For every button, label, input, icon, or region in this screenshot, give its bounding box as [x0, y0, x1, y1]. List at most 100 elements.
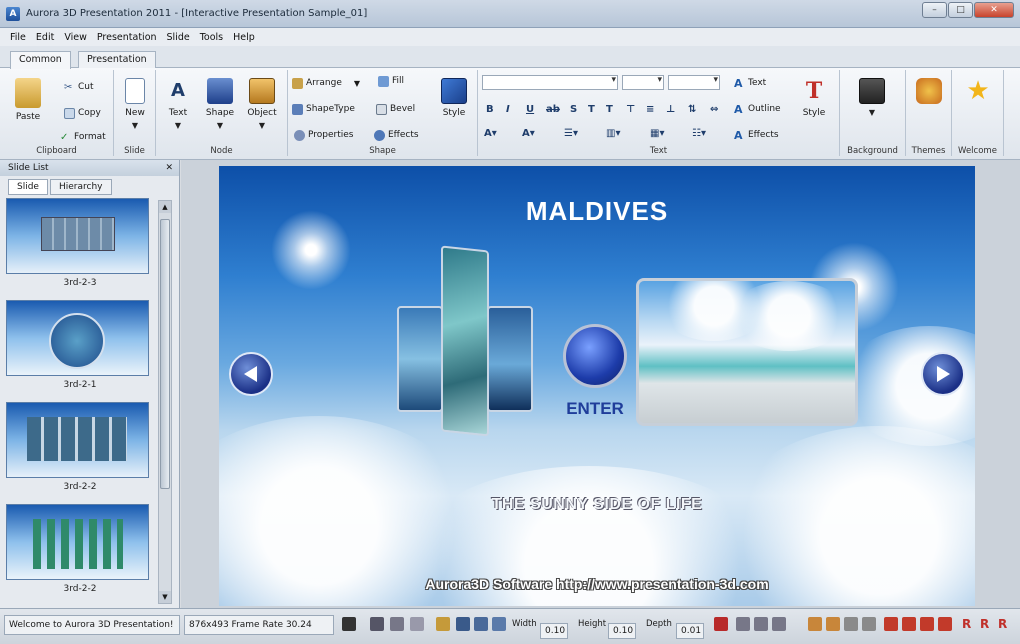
tab-common[interactable]: Common [10, 51, 71, 69]
spacing-button[interactable]: ⇔ [710, 104, 718, 115]
themes-button[interactable] [911, 72, 947, 108]
font-color-button[interactable]: A▾ [484, 128, 497, 139]
object-node-button[interactable]: Object ▼ [244, 72, 280, 130]
align-middle-button[interactable]: ≡ [646, 104, 654, 115]
photo-panel-center[interactable] [441, 245, 489, 437]
settings-icon[interactable] [862, 617, 876, 631]
select-icon[interactable] [436, 617, 450, 631]
play-icon[interactable] [342, 617, 356, 631]
camera-icon[interactable] [390, 617, 404, 631]
paste-button[interactable]: Paste [10, 72, 46, 122]
height-input[interactable]: 0.10 [608, 623, 636, 639]
previous-slide-button[interactable] [229, 352, 273, 396]
highlight-button[interactable]: A▾ [522, 128, 535, 139]
scrollbar-thumb[interactable] [160, 219, 170, 489]
render-3-icon[interactable]: R [998, 617, 1012, 631]
align-right-icon[interactable] [772, 617, 786, 631]
welcome-button[interactable]: ★ [960, 72, 996, 108]
render-1-icon[interactable]: R [962, 617, 976, 631]
tab-slide[interactable]: Slide [8, 179, 48, 195]
layout-2-icon[interactable] [902, 617, 916, 631]
columns-button[interactable]: ▥▾ [606, 128, 620, 139]
close-button[interactable]: ✕ [974, 2, 1014, 18]
photo-panel-right[interactable] [487, 306, 533, 412]
enter-label[interactable]: ENTER [549, 399, 641, 419]
line-spacing-select[interactable] [668, 75, 720, 90]
properties-button[interactable]: Properties [294, 128, 353, 142]
layout-3-icon[interactable] [920, 617, 934, 631]
shape-node-button[interactable]: Shape ▼ [202, 72, 238, 130]
slide-list-scrollbar[interactable]: ▲ ▼ [158, 200, 172, 604]
cut-button[interactable]: ✂ Cut [64, 80, 94, 94]
format-button[interactable]: ✓ Format [60, 130, 106, 144]
text-format-button[interactable]: T [588, 104, 595, 115]
beach-photo[interactable] [636, 278, 858, 426]
slide-thumb-2[interactable]: 3rd-2-1 [6, 300, 154, 402]
menu-presentation[interactable]: Presentation [97, 32, 157, 43]
menu-edit[interactable]: Edit [36, 32, 54, 43]
scroll-up-icon[interactable]: ▲ [159, 201, 171, 213]
scroll-down-icon[interactable]: ▼ [159, 591, 171, 603]
menu-view[interactable]: View [64, 32, 87, 43]
menu-file[interactable]: File [10, 32, 26, 43]
render-2-icon[interactable]: R [980, 617, 994, 631]
next-slide-button[interactable] [921, 352, 965, 396]
rotate-icon[interactable] [474, 617, 488, 631]
align-top-button[interactable]: ⊤ [626, 104, 635, 115]
text-case-button[interactable]: T [606, 104, 613, 115]
outline-button[interactable]: A Outline [734, 102, 781, 116]
texture-icon[interactable] [808, 617, 822, 631]
enter-button[interactable] [563, 324, 627, 388]
fill-button[interactable]: Fill [378, 74, 404, 88]
layout-4-icon[interactable] [938, 617, 952, 631]
strikethrough-button[interactable]: ab [546, 104, 560, 115]
align-bottom-button[interactable]: ⊥ [666, 104, 675, 115]
maximize-button[interactable]: □ [948, 2, 973, 18]
text-style-button[interactable]: T Style [796, 72, 832, 118]
table-button[interactable]: ▦▾ [650, 128, 664, 139]
superscript-button[interactable]: S [570, 104, 577, 115]
slide-thumb-3[interactable]: 3rd-2-2 [6, 402, 154, 504]
arrange-button[interactable]: Arrange ▼ [292, 76, 360, 90]
shapetype-button[interactable]: ShapeType [292, 102, 355, 116]
effects-button[interactable]: Effects [374, 128, 419, 142]
record-icon[interactable] [370, 617, 384, 631]
delete-icon[interactable] [714, 617, 728, 631]
new-slide-button[interactable]: New ▼ [117, 72, 153, 130]
text-direction-button[interactable]: ⇅ [688, 104, 696, 115]
depth-input[interactable]: 0.01 [676, 623, 704, 639]
minimize-button[interactable]: – [922, 2, 947, 18]
bevel-button[interactable]: Bevel [376, 102, 415, 116]
font-family-select[interactable] [482, 75, 618, 90]
menu-slide[interactable]: Slide [167, 32, 190, 43]
copy-button[interactable]: Copy [64, 106, 101, 120]
underline-button[interactable]: U [526, 104, 534, 115]
tab-presentation[interactable]: Presentation [78, 51, 156, 68]
bold-button[interactable]: B [486, 104, 494, 115]
scale-icon[interactable] [492, 617, 506, 631]
photo-panel-left[interactable] [397, 306, 443, 412]
slide-thumb-1[interactable]: 3rd-2-3 [6, 198, 154, 300]
menu-tools[interactable]: Tools [200, 32, 223, 43]
tab-hierarchy[interactable]: Hierarchy [50, 179, 112, 195]
background-button[interactable]: ▼ [854, 72, 890, 117]
font-size-select[interactable] [622, 75, 664, 90]
slide-stage[interactable]: MALDIVES ENTER THE SUNNY SIDE OF LIFE Au… [219, 166, 975, 606]
align-left-icon[interactable] [736, 617, 750, 631]
width-input[interactable]: 0.10 [540, 623, 568, 639]
text-fill-button[interactable]: A Text [734, 76, 766, 90]
text-effects-button[interactable]: A Effects [734, 128, 779, 142]
grid-icon[interactable] [844, 617, 858, 631]
menu-help[interactable]: Help [233, 32, 255, 43]
layout-1-icon[interactable] [884, 617, 898, 631]
slide-thumb-4[interactable]: 3rd-2-2 [6, 504, 154, 606]
shape-style-button[interactable]: Style [436, 72, 472, 118]
indent-button[interactable]: ☰▾ [564, 128, 578, 139]
italic-button[interactable]: I [506, 104, 510, 115]
list-button[interactable]: ☷▾ [692, 128, 706, 139]
align-center-icon[interactable] [754, 617, 768, 631]
material-icon[interactable] [826, 617, 840, 631]
close-icon[interactable]: ✕ [165, 160, 173, 176]
move-icon[interactable] [456, 617, 470, 631]
text-node-button[interactable]: A Text ▼ [160, 72, 196, 130]
